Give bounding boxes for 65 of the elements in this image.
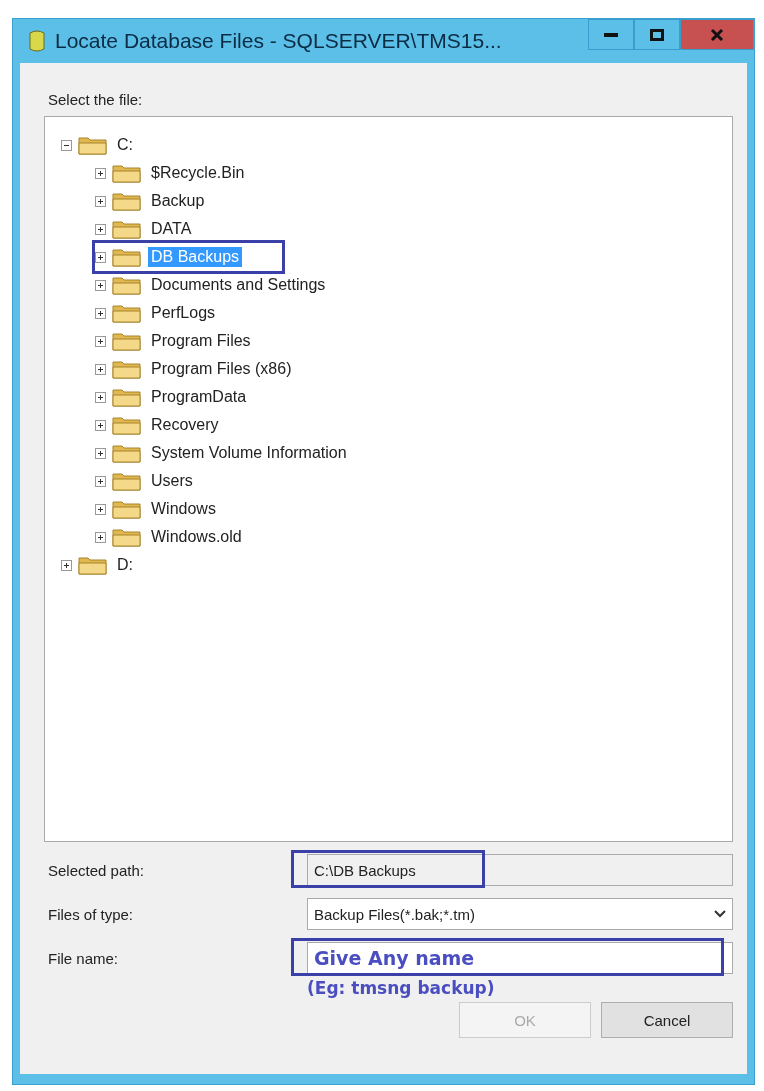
expand-icon[interactable] (61, 559, 72, 571)
expand-icon[interactable] (95, 307, 106, 319)
tree-item[interactable]: DATA (148, 219, 195, 239)
folder-icon (112, 499, 142, 519)
expand-icon[interactable] (95, 223, 106, 235)
field-label: Files of type: (47, 905, 135, 923)
folder-icon (78, 555, 108, 575)
folder-icon (112, 219, 142, 239)
tree-item[interactable]: Backup (148, 191, 208, 211)
tree-item[interactable]: Users (148, 471, 196, 491)
folder-icon (112, 163, 142, 183)
folder-icon (78, 135, 108, 155)
expand-icon[interactable] (95, 475, 106, 487)
path-field[interactable]: C:\DB Backups (307, 854, 733, 886)
collapse-icon[interactable] (61, 139, 72, 151)
expand-icon[interactable] (95, 335, 106, 347)
expand-icon[interactable] (95, 503, 106, 515)
tree-item[interactable]: PerfLogs (148, 303, 219, 323)
file-name-field[interactable]: Give Any name (307, 942, 733, 974)
close-button[interactable] (680, 19, 754, 50)
tree-item[interactable]: ProgramData (148, 387, 250, 407)
close-icon (710, 27, 724, 42)
tree-item[interactable]: Recovery (148, 415, 222, 435)
folder-icon (112, 527, 142, 547)
expand-icon[interactable] (95, 167, 106, 179)
expand-icon[interactable] (95, 279, 106, 291)
expand-icon[interactable] (95, 531, 106, 543)
tree-item[interactable]: C: (114, 135, 136, 155)
minimize-button[interactable] (588, 19, 634, 50)
type-dropdown[interactable]: Backup Files(*.bak;*.tm) (307, 898, 733, 930)
folder-icon (112, 443, 142, 463)
folder-icon (112, 191, 142, 211)
annotation-note: (Eg: tmsng backup) (307, 978, 495, 998)
folder-icon (112, 247, 142, 267)
tree-item[interactable]: Windows.old (148, 527, 245, 547)
tree-item[interactable]: $Recycle.Bin (148, 163, 248, 183)
expand-icon[interactable] (95, 391, 106, 403)
folder-icon (112, 471, 142, 491)
expand-icon[interactable] (95, 251, 106, 263)
tree-item[interactable]: Program Files (x86) (148, 359, 295, 379)
folder-icon (112, 359, 142, 379)
folder-icon (112, 387, 142, 407)
field-label: Selected path: (47, 861, 145, 879)
tree-label: Select the file: (48, 91, 144, 108)
folder-icon (112, 415, 142, 435)
tree-item[interactable]: D: (114, 555, 136, 575)
minimize-icon (604, 32, 618, 37)
maximize-button[interactable] (634, 19, 680, 50)
expand-icon[interactable] (95, 447, 106, 459)
database-icon (29, 30, 45, 52)
maximize-icon (650, 28, 664, 41)
folder-icon (112, 303, 142, 323)
field-label: File name: (47, 949, 120, 967)
tree-item[interactable]: Windows (148, 499, 219, 519)
chevron-down-icon (714, 910, 726, 918)
dialog-button[interactable]: Cancel (601, 1002, 733, 1038)
expand-icon[interactable] (95, 363, 106, 375)
window-title: Locate Database Files - SQLSERVER\TMS15... (55, 29, 502, 53)
folder-icon (112, 275, 142, 295)
folder-icon (112, 331, 142, 351)
expand-icon[interactable] (95, 195, 106, 207)
tree-item[interactable]: Documents and Settings (148, 275, 329, 295)
tree-item[interactable]: System Volume Information (148, 443, 350, 463)
expand-icon[interactable] (95, 419, 106, 431)
tree-item[interactable]: Program Files (148, 331, 254, 351)
